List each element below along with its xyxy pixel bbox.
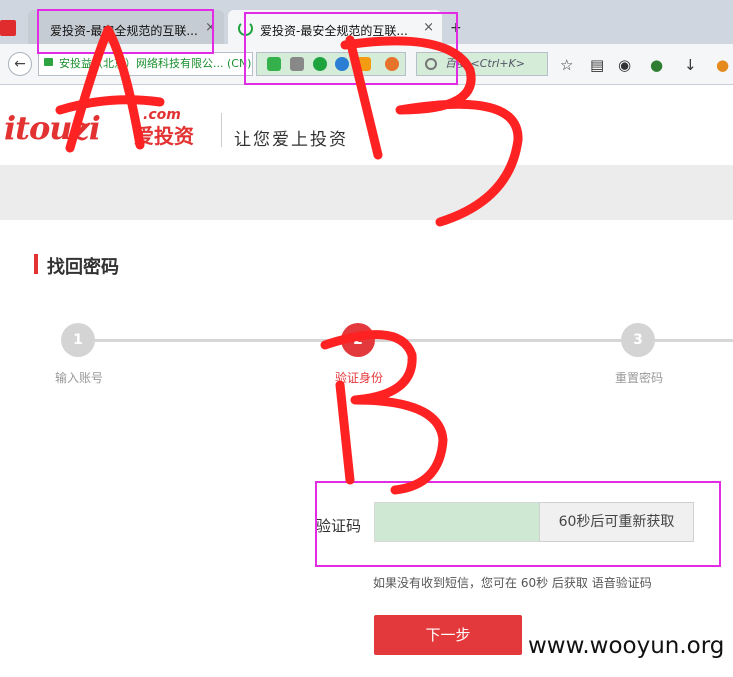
shield-addon-icon[interactable]: ● <box>650 56 663 74</box>
site-favicon-icon <box>0 20 16 36</box>
sms-hint: 如果没有收到短信，您可在 60秒 后获取 语音验证码 <box>373 576 652 590</box>
arrow-left-icon: ← <box>14 56 26 72</box>
step-connector-3 <box>655 339 733 342</box>
step-1-circle: 1 <box>61 323 95 357</box>
step-connector-1 <box>95 339 345 342</box>
annotation-box-tab-a <box>37 9 214 54</box>
reader-icon[interactable]: ▤ <box>590 56 604 74</box>
url-text: 安投益（北京）网络科技有限公... (CN) <box>59 57 252 70</box>
watermark: www.wooyun.org <box>528 633 725 659</box>
brand-logo[interactable]: itouzi <box>4 109 101 147</box>
nav-band <box>0 165 733 220</box>
globe-icon[interactable]: ◉ <box>618 56 631 74</box>
title-accent-bar <box>34 254 38 274</box>
brand-name-cn: 爱投资 <box>134 124 194 148</box>
url-bar[interactable]: 安投益（北京）网络科技有限公... (CN) <box>38 52 253 76</box>
lock-icon <box>44 58 53 66</box>
slogan: 让您爱上投资 <box>234 130 348 150</box>
step-1-label: 输入账号 <box>55 371 104 385</box>
next-step-button[interactable]: 下一步 <box>374 615 522 655</box>
addon-icon[interactable]: ● <box>716 56 729 74</box>
download-icon[interactable]: ↓ <box>684 56 697 74</box>
page-title: 找回密码 <box>47 257 119 278</box>
step-2-label: 验证身份 <box>335 371 384 385</box>
header-divider <box>221 113 222 147</box>
step-2-circle: 2 <box>341 323 375 357</box>
letter-b-bottom-stem <box>335 380 355 485</box>
annotation-box-tab-b <box>244 12 458 85</box>
site-header: itouzi .com 爱投资 让您爱上投资 <box>0 85 733 165</box>
step-3-label: 重置密码 <box>615 371 664 385</box>
step-3-circle: 3 <box>621 323 655 357</box>
star-icon[interactable]: ☆ <box>560 56 573 74</box>
letter-b-bottom-bowls <box>320 330 448 495</box>
step-connector-2 <box>375 339 625 342</box>
annotation-box-code <box>315 481 721 567</box>
back-button[interactable]: ← <box>8 52 32 76</box>
